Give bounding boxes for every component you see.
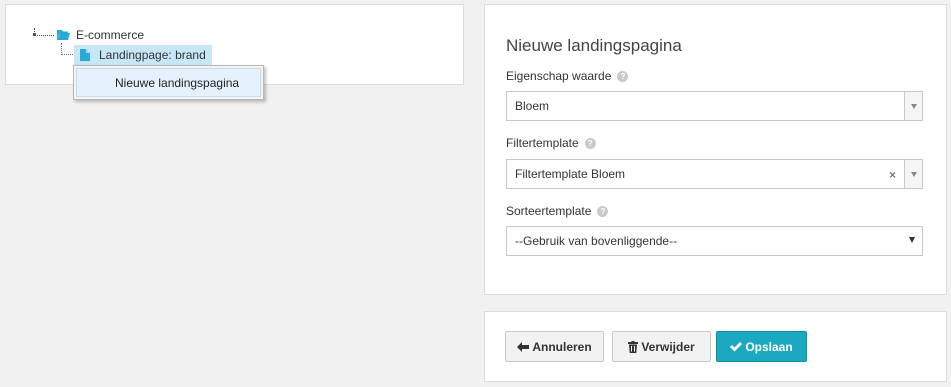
select-value: Bloem <box>515 99 550 113</box>
tree-connector-child <box>61 43 75 55</box>
label-text: Eigenschap waarde <box>506 69 612 83</box>
field-label-sort-template: Sorteertemplate ? <box>506 204 609 218</box>
document-icon <box>80 49 90 61</box>
help-icon[interactable]: ? <box>597 205 609 217</box>
chevron-down-icon <box>910 103 917 109</box>
save-label: Opslaan <box>745 339 793 354</box>
filter-template-select[interactable]: Filtertemplate Bloem × <box>506 159 923 189</box>
cancel-button[interactable]: Annuleren <box>505 331 604 362</box>
context-menu: Nieuwe landingspagina <box>73 65 264 100</box>
arrow-left-icon <box>517 341 530 352</box>
delete-label: Verwijder <box>641 339 695 354</box>
tree-connector <box>33 28 54 36</box>
tree-node-landingpage-brand[interactable]: Landingpage: brand <box>74 45 212 65</box>
landing-page-form: Nieuwe landingspagina Eigenschap waarde … <box>484 4 947 295</box>
select-value: Filtertemplate Bloem <box>515 167 626 181</box>
help-icon[interactable]: ? <box>617 70 629 82</box>
chevron-down-icon <box>909 237 915 243</box>
checkmark-icon <box>730 341 743 352</box>
help-icon[interactable]: ? <box>584 137 596 149</box>
select-value: --Gebruik van bovenliggende-- <box>515 234 678 248</box>
form-title: Nieuwe landingspagina <box>506 36 682 55</box>
label-text: Sorteertemplate <box>506 204 592 218</box>
tree-node-ecommerce[interactable]: E-commerce <box>33 27 145 43</box>
save-button[interactable]: Opslaan <box>716 331 807 362</box>
tree-root-label: E-commerce <box>76 28 145 42</box>
dropdown-toggle[interactable] <box>904 92 922 120</box>
sort-template-select[interactable]: --Gebruik van bovenliggende-- <box>506 226 923 256</box>
action-bar: Annuleren Verwijder Opslaan <box>484 311 947 382</box>
cancel-label: Annuleren <box>532 339 592 354</box>
field-label-filter-template: Filtertemplate ? <box>506 136 596 150</box>
label-text: Filtertemplate <box>506 136 579 150</box>
field-label-property-value: Eigenschap waarde ? <box>506 69 629 83</box>
property-value-select[interactable]: Bloem <box>506 91 923 121</box>
context-menu-item-new-landing-page[interactable]: Nieuwe landingspagina <box>76 68 261 97</box>
delete-button[interactable]: Verwijder <box>612 331 711 362</box>
tree-child-label: Landingpage: brand <box>99 48 206 62</box>
trash-icon <box>628 340 639 353</box>
chevron-down-icon <box>910 171 917 177</box>
folder-open-icon <box>57 29 71 41</box>
clear-icon[interactable]: × <box>889 168 896 182</box>
dropdown-toggle[interactable] <box>904 160 922 188</box>
